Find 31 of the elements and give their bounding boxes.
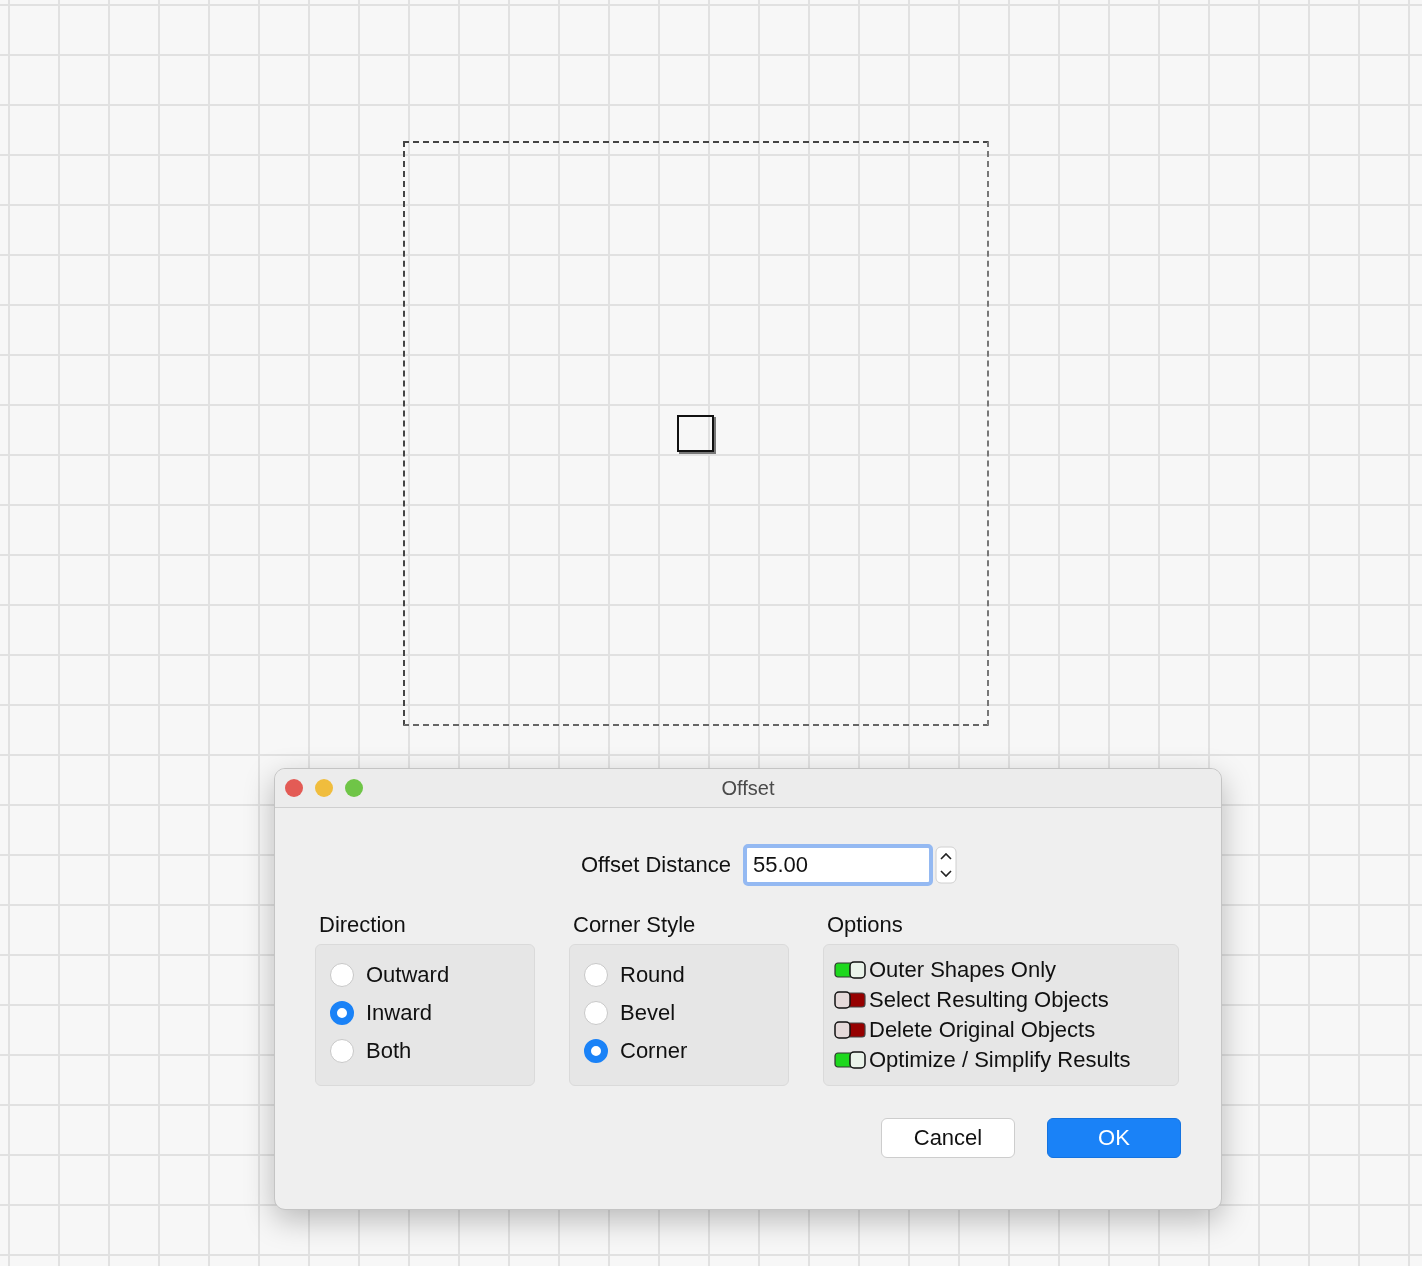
radio-option[interactable]: Both (330, 1037, 520, 1065)
square-shape (677, 415, 714, 452)
radio-option[interactable]: Corner (584, 1037, 774, 1065)
window-title: Offset (721, 776, 775, 800)
toggle-option[interactable]: Outer Shapes Only (834, 957, 1168, 983)
toggle-switch[interactable] (834, 1021, 866, 1039)
stepper-icon[interactable] (935, 846, 957, 884)
radio-option[interactable]: Bevel (584, 999, 774, 1027)
cancel-button[interactable]: Cancel (881, 1118, 1015, 1158)
toggle-switch[interactable] (834, 1051, 866, 1069)
radio-button[interactable] (330, 1001, 354, 1025)
toggle-option[interactable]: Select Resulting Objects (834, 987, 1168, 1013)
group-title: Corner Style (572, 912, 697, 938)
toggle-option[interactable]: Delete Original Objects (834, 1017, 1168, 1043)
radio-button[interactable] (584, 963, 608, 987)
group-title: Direction (318, 912, 407, 938)
radio-option[interactable]: Round (584, 961, 774, 989)
toggle-switch[interactable] (834, 961, 866, 979)
toggle-switch[interactable] (834, 991, 866, 1009)
radio-option[interactable]: Inward (330, 999, 520, 1027)
group-title: Options (826, 912, 904, 938)
radio-button[interactable] (330, 963, 354, 987)
radio-option[interactable]: Outward (330, 961, 520, 989)
radio-button[interactable] (584, 1001, 608, 1025)
radio-button[interactable] (584, 1039, 608, 1063)
toggle-option[interactable]: Optimize / Simplify Results (834, 1047, 1168, 1073)
offset-distance-label: Offset Distance (581, 852, 731, 878)
close-icon[interactable] (285, 779, 303, 797)
radio-button[interactable] (330, 1039, 354, 1063)
offset-distance-field[interactable]: 55.00 (743, 844, 933, 886)
ok-button[interactable]: OK (1047, 1118, 1181, 1158)
